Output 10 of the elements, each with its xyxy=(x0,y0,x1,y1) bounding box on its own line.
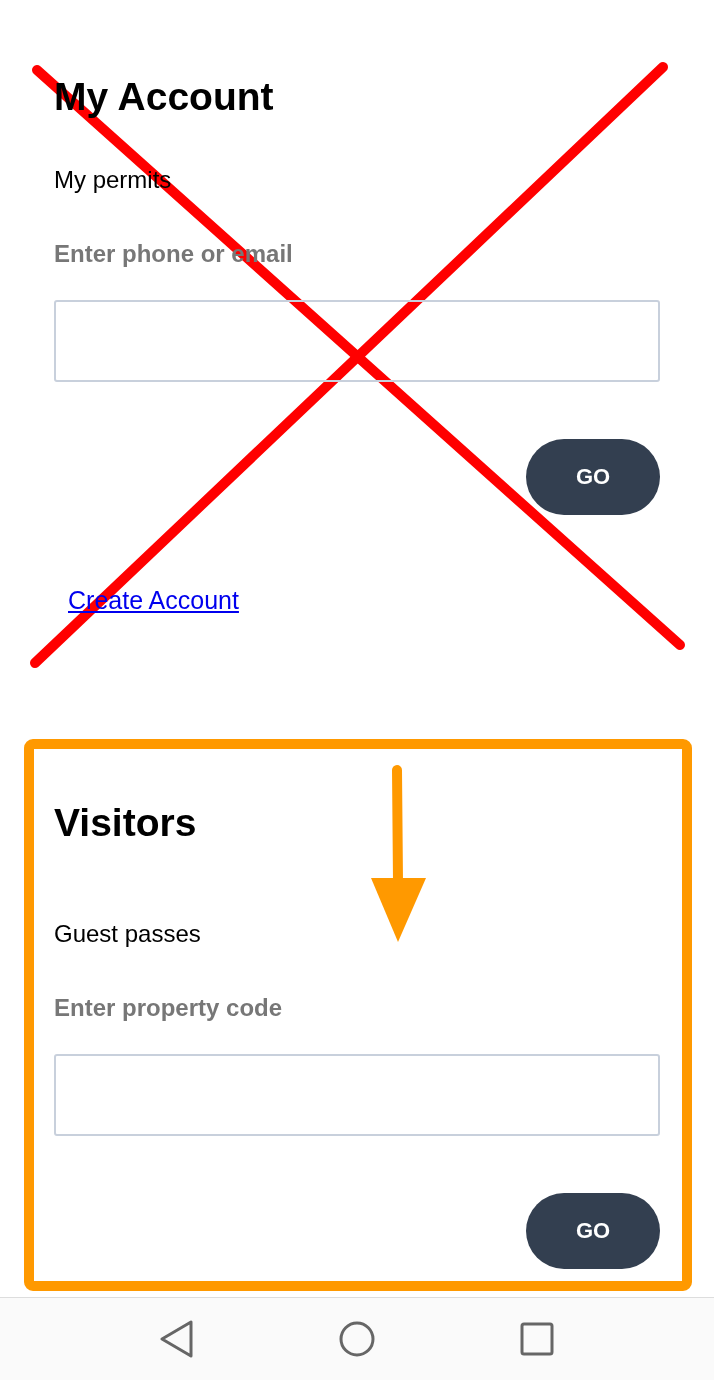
field-label: Enter property code xyxy=(54,993,283,1023)
home-icon[interactable] xyxy=(339,1321,375,1357)
back-icon[interactable] xyxy=(160,1320,194,1358)
go-button[interactable]: GO xyxy=(526,439,660,515)
section-heading: Visitors xyxy=(54,800,197,846)
go-button[interactable]: GO xyxy=(526,1193,660,1269)
section-subtitle: Guest passes xyxy=(54,919,201,949)
input-field[interactable] xyxy=(54,300,660,382)
input-field[interactable] xyxy=(54,1054,660,1136)
recents-icon[interactable] xyxy=(520,1322,554,1356)
